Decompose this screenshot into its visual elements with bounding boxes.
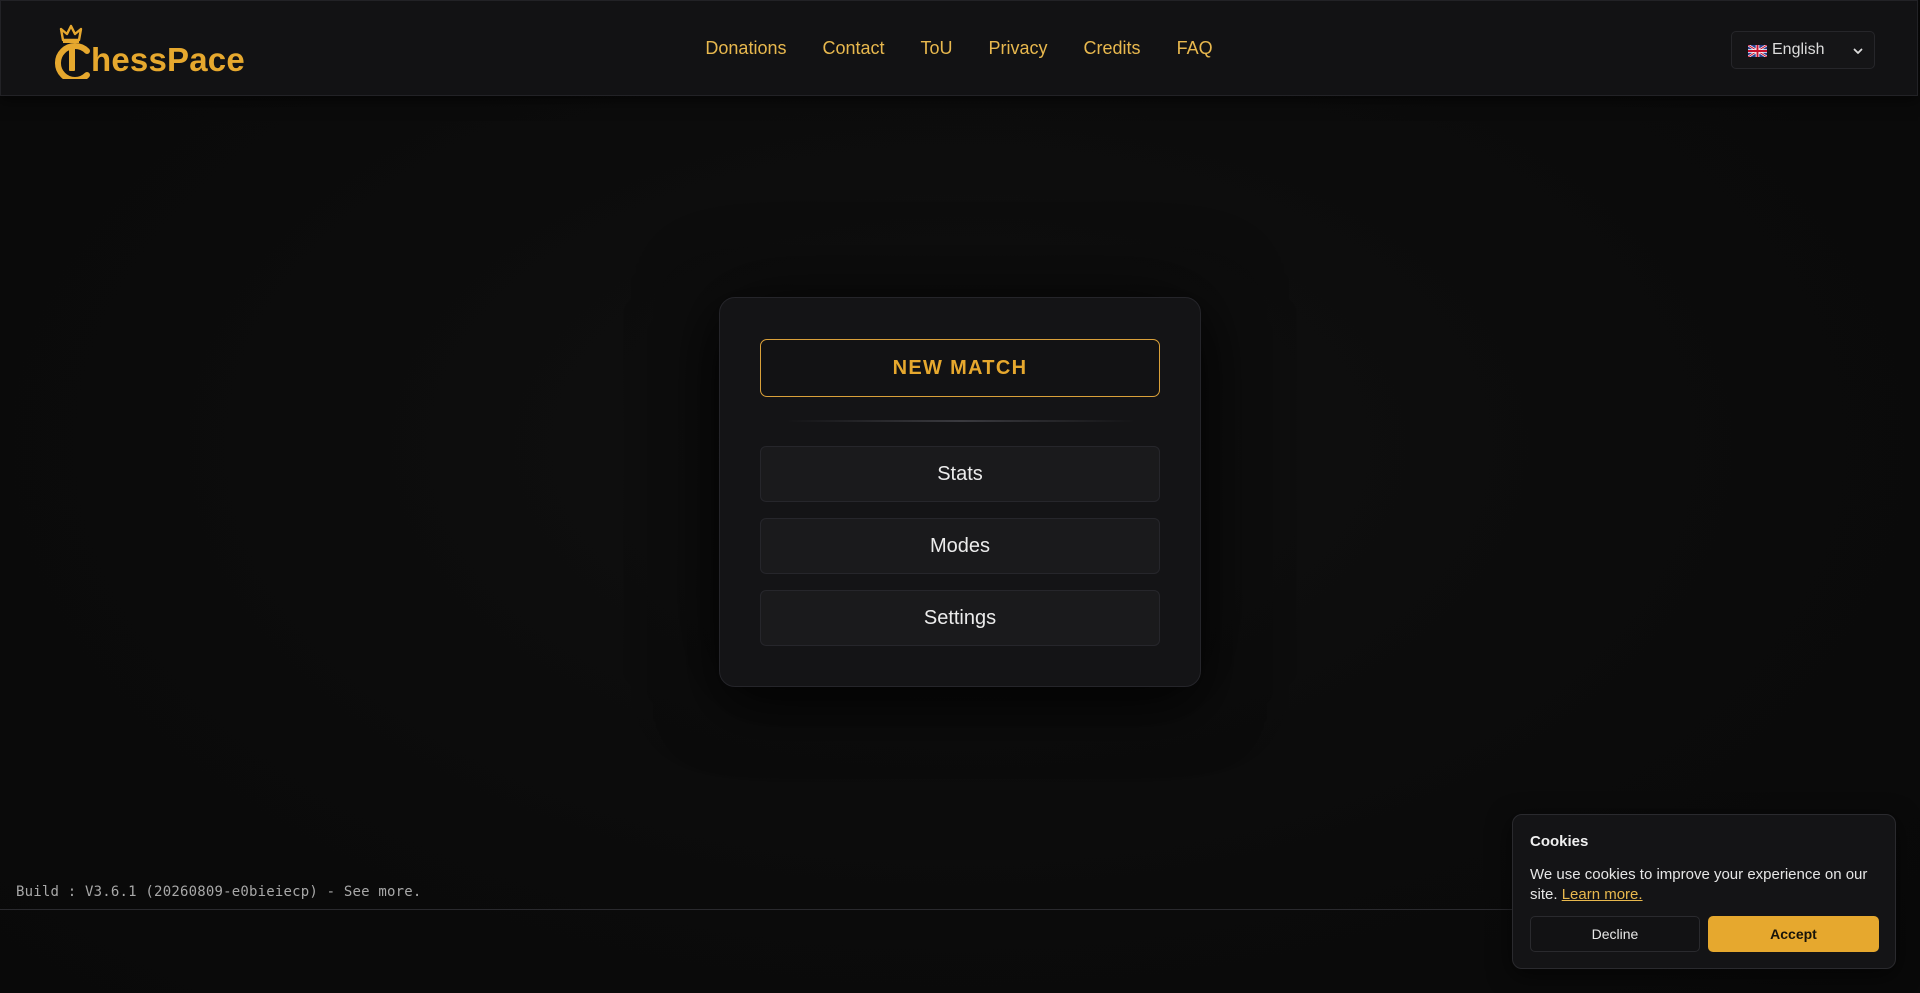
nav-privacy[interactable]: Privacy — [989, 38, 1048, 59]
page: hessPace Donations Contact ToU Privacy C… — [0, 0, 1920, 993]
language-select[interactable]: English — [1731, 31, 1875, 69]
main-nav: Donations Contact ToU Privacy Credits FA… — [1, 38, 1917, 59]
cookie-message: We use cookies to improve your experienc… — [1530, 865, 1880, 905]
stats-button[interactable]: Stats — [760, 446, 1160, 502]
uk-flag-icon — [1747, 43, 1768, 59]
settings-button[interactable]: Settings — [760, 590, 1160, 646]
build-info[interactable]: Build : V3.6.1 (20260809-e0bieiecp) - Se… — [16, 884, 422, 900]
modes-button[interactable]: Modes — [760, 518, 1160, 574]
nav-credits[interactable]: Credits — [1084, 38, 1141, 59]
nav-tou[interactable]: ToU — [921, 38, 953, 59]
cookie-banner: Cookies We use cookies to improve your e… — [1512, 814, 1896, 969]
chevron-down-icon — [1852, 44, 1864, 56]
top-header: hessPace Donations Contact ToU Privacy C… — [0, 0, 1918, 96]
menu-divider — [786, 420, 1136, 422]
nav-contact[interactable]: Contact — [822, 38, 884, 59]
language-label: English — [1772, 41, 1825, 58]
footer-divider — [0, 909, 1512, 910]
learn-more-link[interactable]: Learn more. — [1562, 886, 1643, 903]
main-menu-card: NEW MATCH Stats Modes Settings — [719, 297, 1201, 687]
decline-button[interactable]: Decline — [1530, 916, 1700, 952]
accept-button[interactable]: Accept — [1708, 916, 1879, 952]
new-match-button[interactable]: NEW MATCH — [760, 339, 1160, 397]
cookie-title: Cookies — [1530, 833, 1589, 850]
nav-faq[interactable]: FAQ — [1177, 38, 1213, 59]
nav-donations[interactable]: Donations — [705, 38, 786, 59]
